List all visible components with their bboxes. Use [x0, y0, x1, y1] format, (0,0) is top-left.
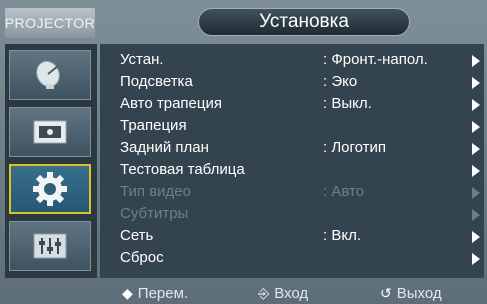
hint-enter: ⎆ Вход — [258, 285, 308, 302]
chevron-right-icon — [472, 143, 480, 155]
menu-item-auto-keystone[interactable]: Авто трапеция : Выкл. — [100, 94, 484, 116]
menu-item-reset[interactable]: Сброс — [100, 248, 484, 270]
osd-frame: PROJECTOR Установка Устан.: Фронт.-напо… — [0, 0, 487, 304]
chevron-right-icon — [472, 55, 480, 67]
chevron-right-icon — [472, 231, 480, 243]
satellite-dish-icon — [36, 60, 60, 89]
menu-item-keystone[interactable]: Трапеция — [100, 116, 484, 138]
picture-frame-icon — [33, 120, 67, 144]
setup-menu-panel: Устан. : Фронт.-напол. Подсветка : Эко А… — [100, 44, 484, 278]
chevron-right-icon — [472, 121, 480, 133]
enter-icon: ⎆ — [258, 285, 270, 301]
category-sidebar — [5, 44, 97, 278]
hint-enter-label: Вход — [274, 285, 309, 302]
hint-exit: ↺ Выход — [380, 285, 442, 302]
menu-item-test-pattern[interactable]: Тестовая таблица — [100, 160, 484, 182]
chevron-right-icon — [472, 165, 480, 177]
menu-item-network[interactable]: Сеть : Вкл. — [100, 226, 484, 248]
sliders-icon — [33, 233, 67, 259]
menu-item-value: : Фронт.-напол. — [323, 51, 428, 68]
chevron-right-icon — [472, 209, 480, 221]
return-icon: ↺ — [380, 285, 392, 301]
menu-item-label: Тип видео — [120, 183, 191, 200]
menu-item-label: Авто трапеция — [120, 95, 222, 112]
chevron-right-icon — [472, 187, 480, 199]
move-icon: ◆ — [122, 285, 133, 301]
brand-label: PROJECTOR — [5, 8, 95, 38]
menu-item-backlight[interactable]: Подсветка : Эко — [100, 72, 484, 94]
menu-item-label: Субтитры — [120, 205, 189, 222]
menu-item-value: : Авто — [323, 183, 365, 200]
menu-item-label: Подсветка — [120, 73, 193, 90]
menu-item-value: : Эко — [323, 73, 358, 90]
menu-item-background[interactable]: Задний план : Логотип — [100, 138, 484, 160]
menu-item-label: Задний план — [120, 139, 209, 156]
hint-move: ◆ Перем. — [122, 285, 188, 302]
footer-hints: ◆ Перем. ⎆ Вход ↺ Выход — [100, 282, 484, 304]
menu-item-label: Сеть — [120, 227, 154, 244]
menu-item-setup[interactable]: Устан. : Фронт.-напол. — [100, 50, 484, 72]
menu-item-label: Устан. — [120, 51, 164, 68]
menu-title: Установка — [198, 8, 410, 36]
sidebar-item-picture[interactable] — [9, 107, 91, 157]
menu-item-label: Тестовая таблица — [120, 161, 245, 178]
sidebar-item-options[interactable] — [9, 221, 91, 271]
sidebar-item-input[interactable] — [9, 50, 91, 100]
chevron-right-icon — [472, 99, 480, 111]
hint-exit-label: Выход — [396, 285, 442, 302]
hint-move-label: Перем. — [137, 285, 189, 302]
sidebar-item-setup[interactable] — [9, 164, 91, 214]
menu-item-label: Сброс — [120, 249, 164, 266]
menu-item-subtitles: Субтитры — [100, 204, 484, 226]
gear-icon — [33, 172, 67, 206]
menu-item-video-type: Тип видео : Авто — [100, 182, 484, 204]
menu-item-label: Трапеция — [120, 117, 187, 134]
menu-item-value: : Выкл. — [323, 95, 372, 112]
chevron-right-icon — [472, 77, 480, 89]
menu-item-value: : Логотип — [323, 139, 387, 156]
chevron-right-icon — [472, 253, 480, 265]
menu-item-value: : Вкл. — [323, 227, 361, 244]
